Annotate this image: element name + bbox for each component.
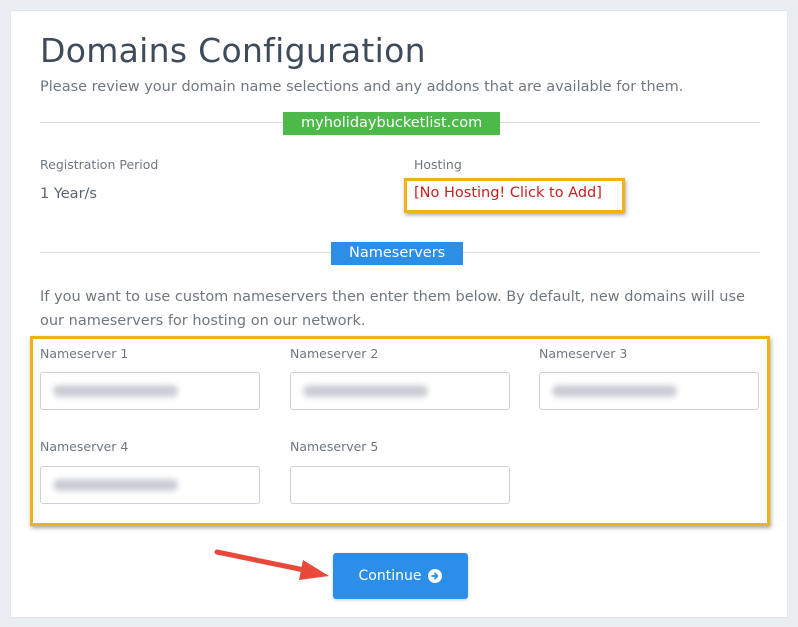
continue-button[interactable]: Continue [333, 553, 468, 599]
nameserver-2-input[interactable] [290, 372, 510, 410]
redacted-value [552, 385, 677, 397]
redacted-value [53, 385, 178, 397]
domain-name-badge: myholidaybucketlist.com [283, 112, 501, 135]
domains-config-card: Domains Configuration Please review your… [10, 10, 788, 618]
nameserver-5-label: Nameserver 5 [290, 439, 379, 454]
registration-period-label: Registration Period [40, 157, 159, 172]
nameservers-description: If you want to use custom nameservers th… [40, 289, 745, 329]
nameserver-4-input[interactable] [40, 466, 260, 504]
redacted-value [303, 385, 428, 397]
nameserver-5-input[interactable] [290, 466, 510, 504]
arrow-circle-right-icon [428, 569, 443, 583]
hosting-label: Hosting [414, 157, 462, 172]
nameservers-heading: Nameservers [331, 242, 464, 265]
nameserver-3-label: Nameserver 3 [539, 346, 628, 361]
nameserver-2-label: Nameserver 2 [290, 346, 379, 361]
nameserver-1-input[interactable] [40, 372, 260, 410]
page-subtitle: Please review your domain name selection… [40, 79, 684, 95]
registration-period-value: 1 Year/s [40, 186, 97, 202]
nameserver-1-label: Nameserver 1 [40, 346, 129, 361]
nameserver-4-label: Nameserver 4 [40, 439, 129, 454]
page-title: Domains Configuration [40, 31, 426, 70]
add-hosting-link[interactable]: [No Hosting! Click to Add] [404, 178, 625, 213]
nameserver-3-input[interactable] [539, 372, 759, 410]
continue-label: Continue [358, 568, 422, 584]
redacted-value [53, 479, 178, 491]
red-arrow-icon [214, 549, 329, 580]
